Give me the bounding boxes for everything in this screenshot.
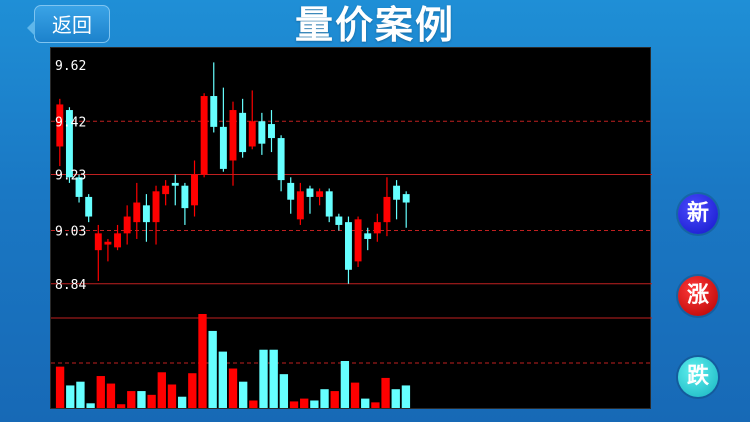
candle-body (200, 96, 208, 175)
volume-bar (188, 373, 197, 408)
volume-bar (177, 396, 187, 408)
candle-body (248, 121, 256, 147)
volume-bar (127, 391, 136, 408)
volume-bar (198, 314, 207, 408)
volume-bar (86, 403, 95, 408)
kline-chart-panel: 9.62 9.42 9.23 9.03 8.84 (50, 47, 652, 409)
candle-body (171, 182, 179, 186)
candle-body (162, 185, 170, 195)
volume-bar (259, 349, 268, 408)
y-tick-label: 9.23 (55, 169, 86, 184)
volume-bar (208, 330, 217, 408)
y-tick-label: 9.42 (55, 115, 86, 130)
candle-body (335, 216, 343, 225)
candle-body (344, 222, 352, 270)
candle-body (191, 174, 198, 206)
candle-body (104, 241, 112, 245)
candle-body (85, 196, 93, 217)
volume-bar (137, 391, 146, 408)
volume-bar (401, 385, 411, 408)
y-tick-label: 9.03 (55, 225, 86, 240)
volume-bar (55, 366, 65, 408)
candle-body (239, 112, 247, 153)
volume-bar (320, 389, 329, 408)
candle-body (354, 219, 362, 262)
candle-body (364, 233, 372, 239)
y-tick-label: 8.84 (55, 278, 86, 293)
volume-bar (310, 400, 319, 408)
volume-bar (157, 372, 166, 408)
page-title: 量价案例 (294, 3, 455, 47)
rise-button[interactable]: 涨 (678, 276, 718, 316)
volume-bar (269, 349, 278, 408)
candle-body (181, 185, 189, 209)
volume-bar (228, 368, 238, 408)
candle-body (219, 126, 227, 169)
volume-bar (96, 376, 105, 408)
candle-body (277, 138, 285, 181)
candle-body (287, 182, 295, 200)
candle-body (402, 194, 410, 203)
candle-body (123, 216, 131, 234)
candle-body (114, 233, 122, 248)
candle-body (210, 96, 218, 127)
candle-body (296, 191, 304, 220)
volume-bar (391, 389, 400, 408)
candle-body (142, 205, 150, 223)
volume-bar (300, 398, 309, 408)
fall-button[interactable]: 跌 (678, 357, 718, 397)
candle-body (383, 196, 391, 223)
volume-bar (330, 391, 339, 408)
candle-body (268, 124, 275, 139)
volume-bar (361, 398, 370, 408)
candle-body (94, 233, 102, 251)
candle-body (316, 191, 324, 197)
volume-bar (106, 383, 116, 408)
volume-bar (289, 401, 299, 408)
candle-body (325, 191, 333, 217)
volume-bar (239, 381, 248, 408)
candle-body (373, 222, 381, 234)
volume-bar (371, 402, 380, 408)
candle-body (133, 202, 141, 223)
volume-bar (147, 394, 156, 408)
candle-body (258, 121, 266, 144)
candle-body (393, 185, 401, 200)
volume-bar (116, 404, 126, 408)
volume-bar (381, 377, 390, 408)
volume-bar (249, 400, 258, 408)
volume-bar (167, 384, 177, 408)
candle-body (306, 188, 314, 197)
volume-bar (279, 374, 289, 408)
volume-bar (340, 361, 350, 408)
volume-bar (218, 351, 227, 408)
y-tick-label: 9.62 (55, 59, 86, 74)
new-button[interactable]: 新 (678, 194, 718, 234)
kline-chart: 9.62 9.42 9.23 9.03 8.84 (51, 59, 652, 408)
candle-body (229, 110, 237, 161)
volume-bar (76, 381, 85, 408)
volume-bar (66, 385, 75, 408)
volume-bar (350, 382, 360, 408)
candle-body (152, 191, 160, 223)
